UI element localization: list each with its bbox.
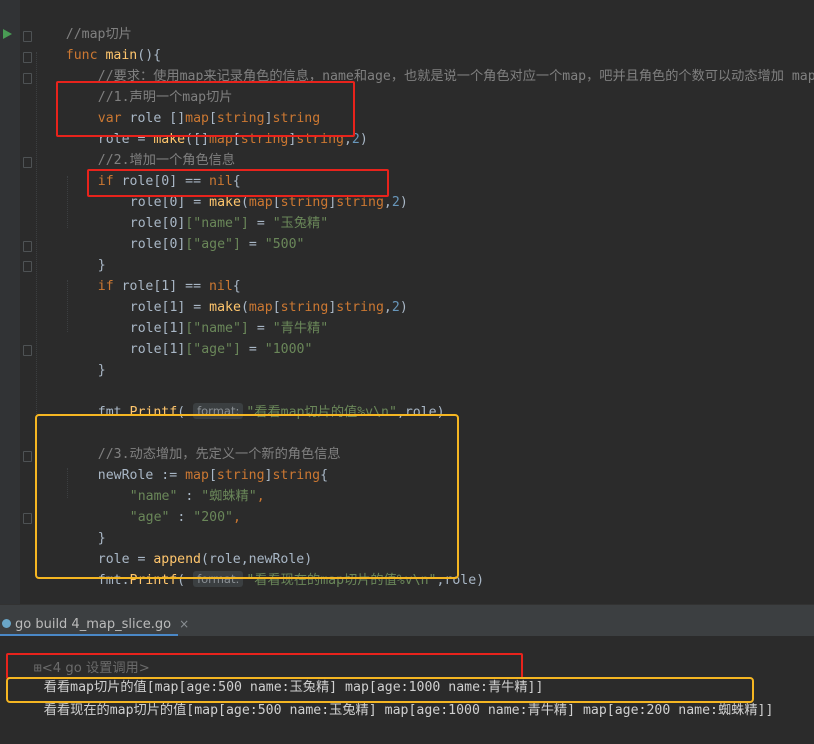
console-output-line: 看看map切片的值[map[age:500 name:玉兔精] map[age:… [12, 655, 544, 695]
code-ident: role[1] [129, 342, 186, 357]
code-string: ["age"] [185, 237, 241, 252]
code-line[interactable]: fmt.Printf( format: "看看现在的map切片的值%v\n",ro… [66, 549, 484, 588]
code-punct: ( [177, 405, 186, 420]
console-output-text: 看看现在的map切片的值[map[age:500 name:玉兔精] map[a… [43, 703, 774, 718]
close-icon[interactable]: × [179, 617, 189, 631]
code-ident: role[0] [129, 237, 186, 252]
run-panel-header: go build 4_map_slice.go × [0, 604, 814, 636]
code-line[interactable]: //1.声明一个map切片 [66, 66, 233, 105]
code-string: "200" [193, 510, 233, 525]
code-keyword: string [272, 468, 321, 483]
parameter-hint: format: [193, 571, 244, 587]
code-string: "看看map切片的值%v\n" [246, 405, 397, 420]
code-punct: , [383, 300, 392, 315]
code-line[interactable]: role[0]["name"] = "玉兔精" [98, 192, 328, 231]
code-line[interactable]: } [66, 507, 106, 546]
console-output[interactable]: ⊞<4 go 设置调用> 看看map切片的值[map[age:500 name:… [0, 636, 814, 718]
code-line[interactable]: newRole := map[string]string{ [66, 444, 328, 483]
code-line[interactable]: func main(){ [34, 24, 161, 63]
fold-marker-icon[interactable] [23, 52, 32, 63]
code-line[interactable]: if role[0] == nil{ [66, 150, 241, 189]
code-punct: ) [399, 195, 408, 210]
code-punct: ( [177, 573, 186, 588]
code-string: "age" [129, 510, 170, 525]
code-line[interactable]: role[1] = make(map[string]string,2) [98, 276, 408, 315]
code-line[interactable]: var role []map[string]string [66, 87, 320, 126]
fold-marker-icon[interactable] [23, 345, 32, 356]
go-file-icon [2, 619, 11, 628]
code-punct: ,role) [396, 405, 445, 420]
code-punct: } [97, 363, 106, 378]
code-punct: ,role) [436, 573, 485, 588]
code-punct: ) [399, 300, 408, 315]
code-function-call: Printf [129, 573, 178, 588]
fold-marker-icon[interactable] [23, 241, 32, 252]
code-punct: { [320, 468, 329, 483]
code-line[interactable]: //2.增加一个角色信息 [66, 129, 235, 168]
code-number: 2 [391, 195, 400, 210]
code-keyword: string [296, 132, 344, 147]
code-line[interactable]: role = make([]map[string]string,2) [66, 108, 368, 147]
code-number: 2 [391, 300, 400, 315]
fold-marker-icon[interactable] [23, 31, 32, 42]
run-tab-label: go build 4_map_slice.go [15, 617, 172, 632]
code-line[interactable]: //3.动态增加，先定义一个新的角色信息 [66, 423, 341, 462]
fold-marker-icon[interactable] [23, 73, 32, 84]
fold-marker-icon[interactable] [23, 157, 32, 168]
code-function-call: Printf [129, 405, 178, 420]
code-line[interactable]: if role[1] == nil{ [66, 255, 241, 294]
code-punct: : [169, 510, 194, 525]
code-punct: , [256, 489, 265, 504]
code-line[interactable]: //要求：使用map来记录角色的信息，name和age，也就是说一个角色对应一个… [66, 45, 814, 84]
code-ident: fmt. [97, 405, 130, 420]
code-ident: fmt. [97, 573, 130, 588]
fold-marker-icon[interactable] [23, 513, 32, 524]
code-punct: , [383, 195, 392, 210]
code-line[interactable]: } [66, 339, 106, 378]
code-keyword: string [336, 195, 384, 210]
code-string: "1000" [264, 342, 313, 357]
console-output-line: 看看现在的map切片的值[map[age:500 name:玉兔精] map[a… [12, 678, 774, 718]
code-line[interactable]: role[1]["age"] = "1000" [98, 318, 313, 357]
code-line[interactable]: //map切片 [34, 3, 132, 42]
code-string: "看看现在的map切片的值%v\n" [246, 573, 437, 588]
code-editor[interactable]: //map切片 func main(){ //要求：使用map来记录角色的信息，… [0, 0, 814, 604]
run-tab[interactable]: go build 4_map_slice.go × [0, 613, 189, 635]
code-keyword: string [240, 132, 289, 147]
editor-gutter[interactable] [0, 0, 20, 604]
code-punct: = [240, 237, 265, 252]
code-line[interactable]: role = append(role,newRole) [66, 528, 312, 567]
code-keyword: string [336, 300, 384, 315]
parameter-hint: format: [193, 403, 244, 419]
code-punct: ) [359, 132, 368, 147]
indent-guide [36, 52, 37, 572]
run-gutter-icon[interactable] [3, 29, 12, 39]
code-string: ["age"] [185, 342, 241, 357]
code-line[interactable]: } [66, 234, 106, 273]
code-number: 2 [351, 132, 360, 147]
code-line[interactable]: "name" : "蜘蛛精", [98, 465, 265, 504]
fold-marker-icon[interactable] [23, 261, 32, 272]
code-string: "500" [264, 237, 305, 252]
code-punct: , [233, 510, 241, 525]
code-line[interactable]: role[1]["name"] = "青牛精" [98, 297, 328, 336]
code-line[interactable]: "age" : "200", [98, 486, 241, 525]
code-punct: = [240, 342, 265, 357]
code-line[interactable]: fmt.Printf( format: "看看map切片的值%v\n",role) [66, 381, 445, 420]
code-punct: , [343, 132, 352, 147]
code-line[interactable]: role[0] = make(map[string]string,2) [98, 171, 408, 210]
fold-marker-icon[interactable] [23, 451, 32, 462]
code-line[interactable]: role[0]["age"] = "500" [98, 213, 305, 252]
